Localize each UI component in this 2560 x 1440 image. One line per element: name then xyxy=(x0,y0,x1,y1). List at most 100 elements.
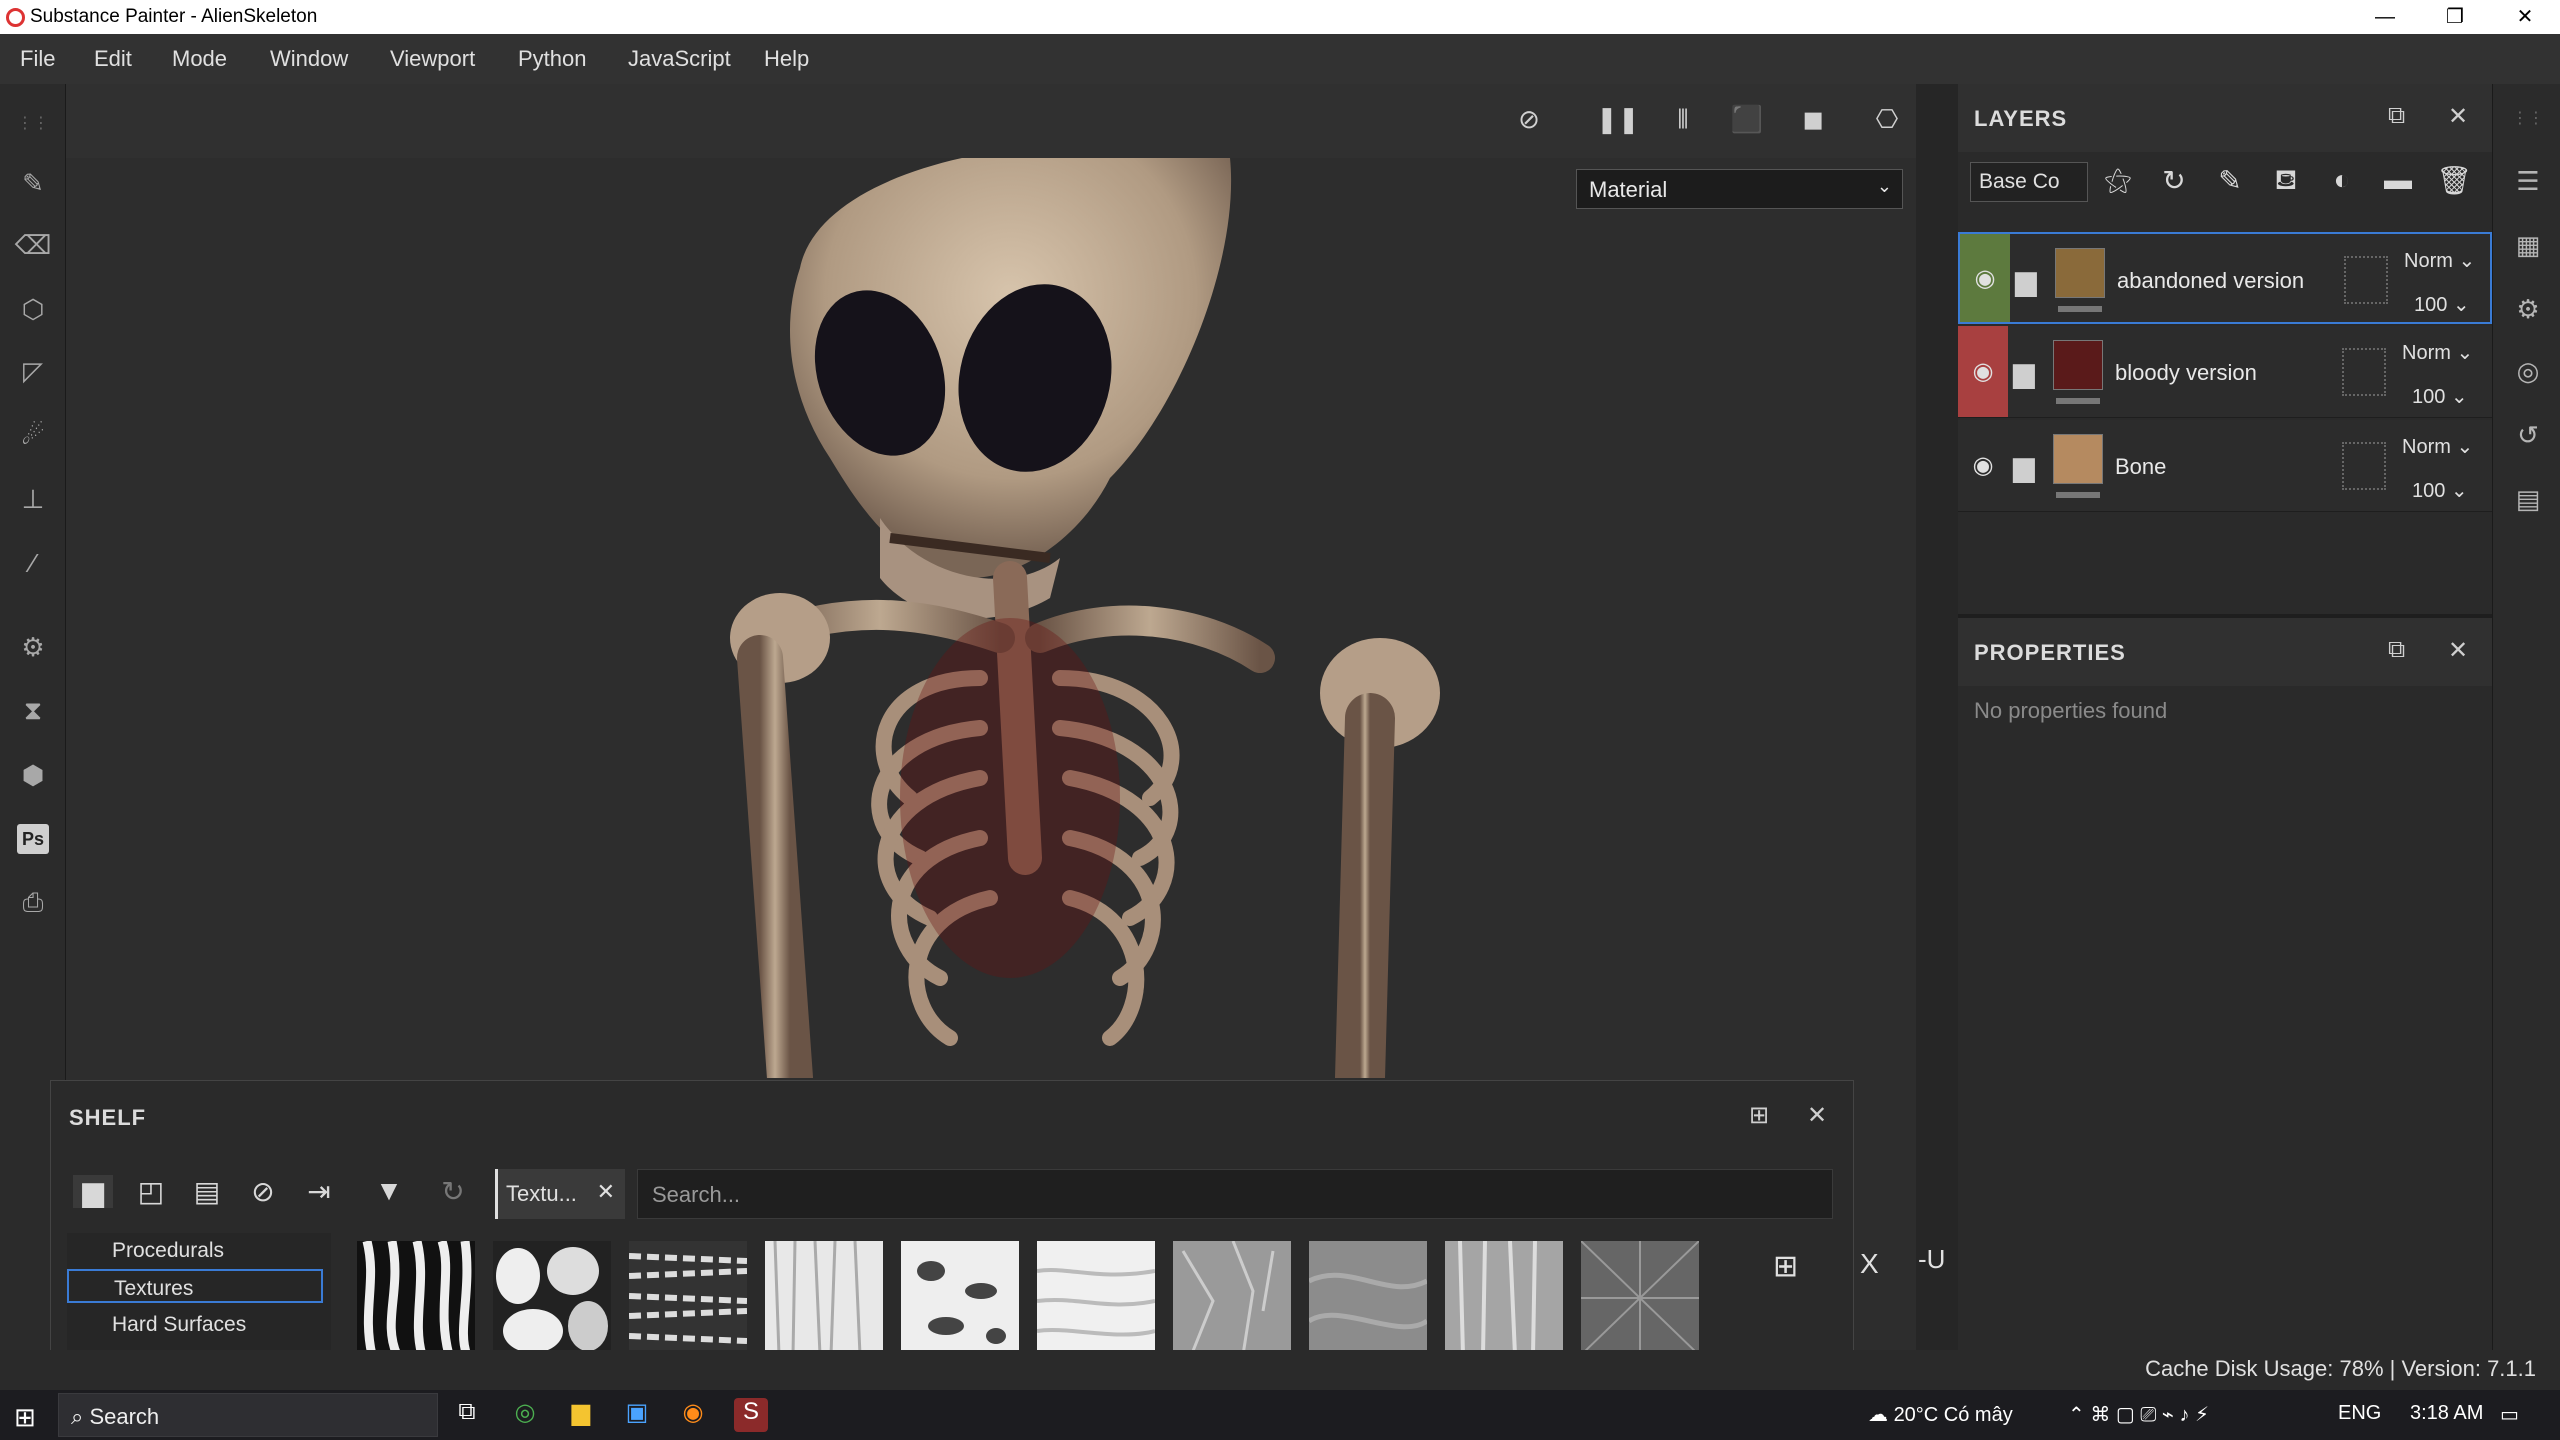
maximize-icon[interactable]: ⧉ xyxy=(2388,102,2405,130)
mask-slot[interactable] xyxy=(2342,348,2386,396)
category-textures[interactable]: Textures xyxy=(67,1269,323,1303)
opacity-select[interactable]: 100 ⌄ xyxy=(2412,478,2468,503)
weather-widget[interactable]: ☁ 20°C Có mây xyxy=(1868,1402,2013,1427)
export-icon[interactable]: ⎙ xyxy=(14,884,52,922)
add-mask-icon[interactable]: ◐ xyxy=(2324,164,2360,196)
tray-icons[interactable]: ⌃ ⌘ ▢ ⎚ ⌁ ♪ ⚡ xyxy=(2068,1402,2209,1427)
layer-row[interactable]: ◉ ▆ Bone Norm ⌄ 100 ⌄ xyxy=(1958,420,2492,512)
timer-icon[interactable]: ⧗ xyxy=(14,692,52,730)
menu-file[interactable]: File xyxy=(20,46,55,72)
history-icon[interactable]: ↺ xyxy=(2511,420,2545,454)
texture-thumbnail[interactable] xyxy=(765,1241,883,1355)
blend-mode-select[interactable]: Norm ⌄ xyxy=(2402,434,2473,459)
add-effect-icon[interactable]: ↻ xyxy=(2156,164,2192,197)
texture-thumbnail[interactable] xyxy=(493,1241,611,1355)
close-icon[interactable]: ✕ xyxy=(2448,102,2468,131)
add-paint-layer-icon[interactable]: ✎ xyxy=(2212,164,2248,197)
opacity-select[interactable]: 100 ⌄ xyxy=(2414,292,2470,317)
minimize-button[interactable]: — xyxy=(2350,0,2420,34)
hide-ui-icon[interactable]: ⊘ xyxy=(1512,104,1546,135)
texture-thumbnail[interactable] xyxy=(1445,1241,1563,1355)
alien-skeleton-model[interactable] xyxy=(680,158,1520,1078)
import-icon[interactable]: ⇥ xyxy=(299,1175,339,1208)
menu-python[interactable]: Python xyxy=(518,46,587,72)
texture-thumbnail[interactable] xyxy=(1309,1241,1427,1355)
substance-icon[interactable]: ⬢ xyxy=(14,756,52,794)
notifications-icon[interactable]: ▭ xyxy=(2500,1402,2519,1427)
add-folder-icon[interactable]: ▬ xyxy=(2380,164,2416,196)
paint-brush-icon[interactable]: ✎ xyxy=(14,164,52,202)
channel-select[interactable]: Base Co xyxy=(1970,162,2088,202)
layer-row[interactable]: ◉ ▆ bloody version Norm ⌄ 100 ⌄ xyxy=(1958,326,2492,418)
substance-painter-taskbar-icon[interactable]: S xyxy=(734,1398,768,1432)
close-icon[interactable]: ✕ xyxy=(1807,1101,1827,1130)
add-fill-layer-icon[interactable]: ⛾ xyxy=(2268,164,2304,200)
dock-icon[interactable]: ⊞ xyxy=(1749,1101,1769,1130)
symmetry-icon[interactable]: ⫴ xyxy=(1666,104,1700,136)
display-mode-icon[interactable]: ⬛ xyxy=(1730,104,1764,135)
browser-icon[interactable]: ◎ xyxy=(508,1398,542,1432)
menu-edit[interactable]: Edit xyxy=(94,46,132,72)
settings-icon[interactable]: ⚙ xyxy=(2511,294,2545,328)
taskbar-search[interactable]: ⌕ Search xyxy=(58,1393,438,1437)
menu-help[interactable]: Help xyxy=(764,46,809,72)
texture-thumbnail[interactable] xyxy=(1173,1241,1291,1355)
menu-javascript[interactable]: JavaScript xyxy=(628,46,731,72)
texture-thumbnail[interactable] xyxy=(357,1241,475,1355)
save-icon[interactable]: ▤ xyxy=(187,1175,227,1208)
display-settings-icon[interactable]: ◎ xyxy=(2511,356,2545,390)
texture-set-icon[interactable]: ▦ xyxy=(2511,230,2545,264)
clock[interactable]: 3:18 AM xyxy=(2410,1402,2483,1425)
texture-thumbnail[interactable] xyxy=(629,1241,747,1355)
delete-icon[interactable]: 🗑 xyxy=(2436,164,2472,197)
grid-view-icon[interactable]: ⊞ xyxy=(1773,1249,1798,1284)
folder-icon[interactable]: ▆ xyxy=(73,1175,113,1208)
bake-mesh-icon[interactable]: ⚙ xyxy=(14,628,52,666)
photoshop-icon[interactable]: Ps xyxy=(17,824,49,854)
color-picker-icon[interactable]: ⁄ xyxy=(14,544,52,582)
shelf-search-input[interactable]: Search... xyxy=(637,1169,1833,1219)
mask-slot[interactable] xyxy=(2342,442,2386,490)
close-window-button[interactable]: ✕ xyxy=(2490,0,2560,34)
texture-thumbnail[interactable] xyxy=(1037,1241,1155,1355)
smudge-icon[interactable]: ☄ xyxy=(14,416,52,454)
eraser-icon[interactable]: ⌫ xyxy=(14,226,52,264)
opacity-select[interactable]: 100 ⌄ xyxy=(2412,384,2468,409)
file-explorer-icon[interactable]: ▆ xyxy=(564,1398,598,1432)
menu-window[interactable]: Window xyxy=(270,46,348,72)
hide-icon[interactable]: ⊘ xyxy=(243,1175,283,1208)
log-icon[interactable]: ▤ xyxy=(2511,484,2545,518)
screenshot-icon[interactable]: ⎔ xyxy=(1870,104,1904,135)
language-indicator[interactable]: ENG xyxy=(2338,1402,2381,1425)
maximize-icon[interactable]: ⧉ xyxy=(2388,636,2405,664)
visibility-eye-icon[interactable]: ◉ xyxy=(1958,326,2008,417)
layers-list-icon[interactable]: ☰ xyxy=(2511,166,2545,200)
menu-mode[interactable]: Mode xyxy=(172,46,227,72)
visibility-eye-icon[interactable]: ◉ xyxy=(1960,234,2010,322)
blend-mode-select[interactable]: Norm ⌄ xyxy=(2402,340,2473,365)
new-window-icon[interactable]: ◰ xyxy=(131,1175,171,1208)
camera-icon[interactable]: ◼ xyxy=(1796,104,1830,135)
refresh-icon[interactable]: ↻ xyxy=(433,1175,473,1208)
material-mode-select[interactable]: Material ⌄ xyxy=(1576,169,1903,209)
close-icon[interactable]: ✕ xyxy=(2448,636,2468,665)
texture-thumbnail[interactable] xyxy=(901,1241,1019,1355)
texture-thumbnail[interactable] xyxy=(1581,1241,1699,1355)
menu-viewport[interactable]: Viewport xyxy=(390,46,475,72)
layer-row[interactable]: ◉ ▆ abandoned version Norm ⌄ 100 ⌄ xyxy=(1958,232,2492,324)
category-procedurals[interactable]: Procedurals xyxy=(67,1233,323,1267)
windows-start-icon[interactable]: ⊞ xyxy=(14,1402,36,1433)
blend-mode-select[interactable]: Norm ⌄ xyxy=(2404,248,2475,273)
magic-wand-icon[interactable]: ⚝ xyxy=(2100,164,2136,197)
category-hard-surfaces[interactable]: Hard Surfaces xyxy=(67,1307,323,1341)
visibility-eye-icon[interactable]: ◉ xyxy=(1958,420,2008,511)
viewport-split-2d[interactable] xyxy=(1916,84,1958,1350)
filter-tag[interactable]: Textu... ✕ xyxy=(495,1169,625,1219)
remove-filter-icon[interactable]: ✕ xyxy=(597,1179,615,1205)
restore-button[interactable]: ❐ xyxy=(2420,0,2490,34)
blender-icon[interactable]: ◉ xyxy=(676,1398,710,1432)
clone-stamp-icon[interactable]: ⊥ xyxy=(14,480,52,518)
pause-icon[interactable]: ❚❚ xyxy=(1596,104,1640,135)
app-icon[interactable]: ▣ xyxy=(620,1398,654,1432)
filter-icon[interactable]: ▼ xyxy=(369,1175,409,1207)
